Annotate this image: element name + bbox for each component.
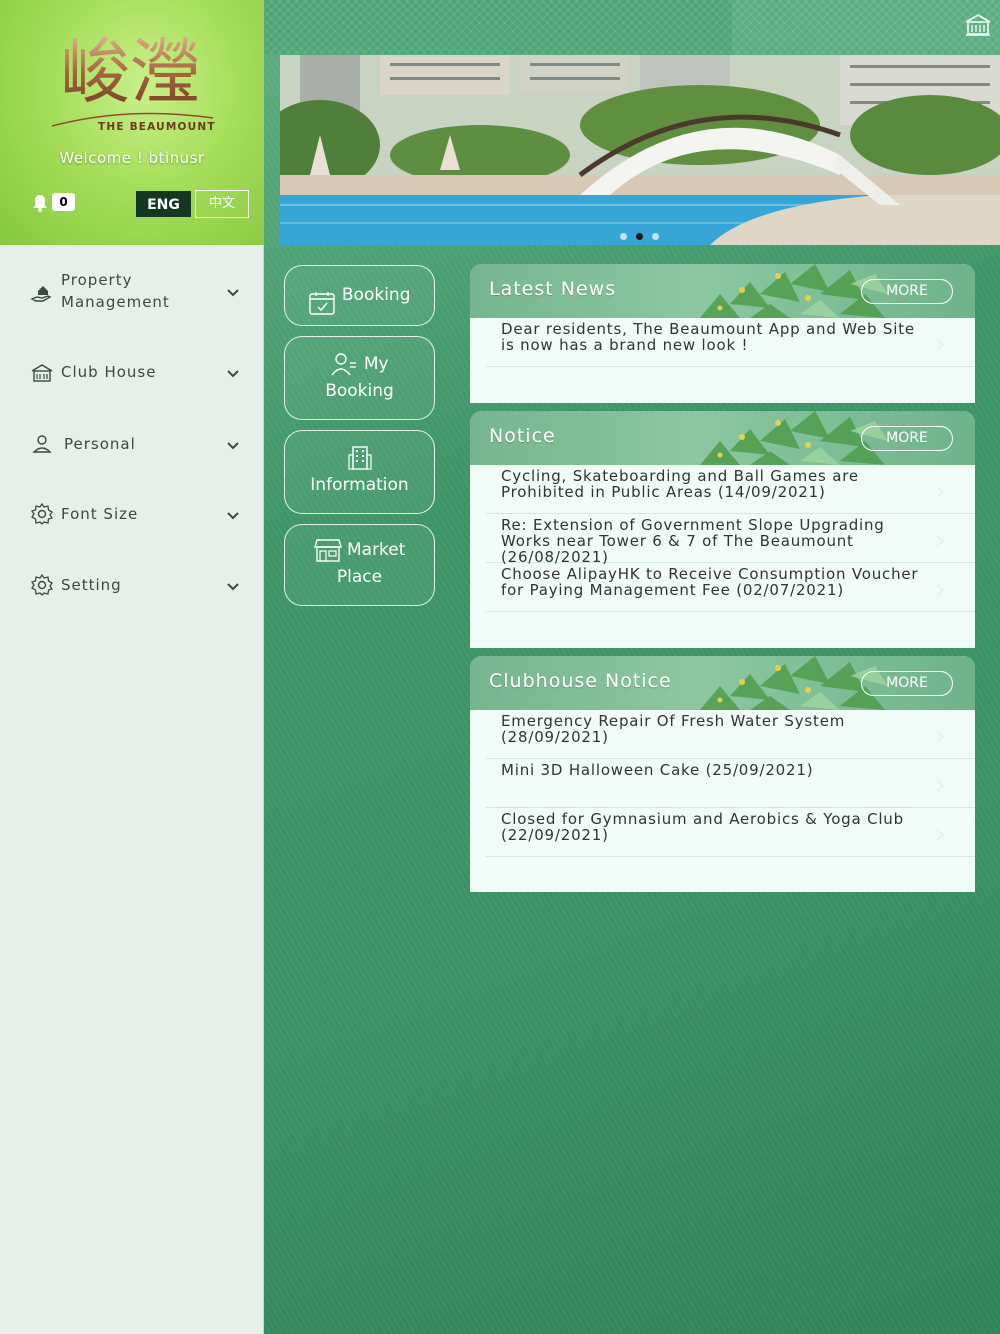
carousel-dot-active[interactable] <box>636 233 643 240</box>
information-button[interactable]: Information <box>284 430 435 514</box>
my-booking-button[interactable]: My Booking <box>284 336 435 420</box>
list-item[interactable]: Dear residents, The Beaumount App and We… <box>486 318 975 367</box>
logo-english-text: THE BEAUMOUNT <box>98 121 216 133</box>
chevron-right-icon <box>935 728 945 743</box>
sidebar-item-font-size[interactable]: Font Size <box>0 484 263 544</box>
notification-count-badge: 0 <box>52 193 75 211</box>
sidebar-item-label: Club House <box>61 363 157 381</box>
market-label-line2: Place <box>336 567 383 587</box>
notice-title: Notice <box>489 425 556 447</box>
market-place-button[interactable]: Market Place <box>284 524 435 606</box>
chevron-down-icon <box>226 508 240 522</box>
booking-button-label: Booking <box>341 285 411 305</box>
top-bar-right <box>732 0 1000 55</box>
notice-item-text: Cycling, Skateboarding and Ball Games ar… <box>501 467 859 501</box>
clubhouse-notice-title: Clubhouse Notice <box>489 670 672 692</box>
sidebar-item-club-house[interactable]: Club House <box>0 342 263 402</box>
news-item-text: Dear residents, The Beaumount App and We… <box>501 320 915 354</box>
sidebar-item-property-management[interactable]: Property Management <box>0 262 263 322</box>
notice-item-text: Re: Extension of Government Slope Upgrad… <box>501 516 885 566</box>
sidebar-item-label: Setting <box>61 576 122 594</box>
club-house-icon <box>30 361 54 385</box>
latest-news-panel: Latest News MORE Dear residents, The Bea… <box>470 264 975 403</box>
information-button-label: Information <box>310 475 409 495</box>
language-zh-button[interactable]: 中文 <box>195 190 249 218</box>
shop-icon <box>313 537 342 563</box>
list-item[interactable]: Choose AlipayHK to Receive Consumption V… <box>486 563 975 612</box>
sidebar-header: 峻瀅 THE BEAUMOUNT Welcome ! btinusr 0 ENG… <box>0 0 264 245</box>
clubhouse-notice-more-button[interactable]: MORE <box>861 671 953 696</box>
mosaic-decoration <box>690 264 890 318</box>
chevron-right-icon <box>935 777 945 792</box>
bell-icon[interactable] <box>30 193 50 213</box>
carousel-dot[interactable] <box>620 233 627 240</box>
notice-item-text: Choose AlipayHK to Receive Consumption V… <box>501 565 919 599</box>
gear-icon <box>30 502 54 526</box>
chevron-down-icon <box>226 579 240 593</box>
sidebar: 峻瀅 THE BEAUMOUNT Welcome ! btinusr 0 ENG… <box>0 0 264 1334</box>
welcome-message: Welcome ! btinusr <box>59 149 205 167</box>
chevron-right-icon <box>935 581 945 596</box>
mosaic-decoration <box>690 656 890 710</box>
clubhouse-notice-panel: Clubhouse Notice MORE Emergency Repair O… <box>470 656 975 892</box>
list-item[interactable]: Closed for Gymnasium and Aerobics & Yoga… <box>486 808 975 857</box>
latest-news-title: Latest News <box>489 278 617 300</box>
chevron-down-icon <box>226 366 240 380</box>
person-icon <box>30 432 54 456</box>
list-item[interactable]: Emergency Repair Of Fresh Water System (… <box>486 710 975 759</box>
chevron-right-icon <box>935 826 945 841</box>
sidebar-item-label: Font Size <box>61 505 139 523</box>
panel-header: Latest News MORE <box>470 264 975 318</box>
chevron-right-icon <box>935 532 945 547</box>
list-item[interactable]: Cycling, Skateboarding and Ball Games ar… <box>486 465 975 514</box>
list-item[interactable]: Mini 3D Halloween Cake (25/09/2021) <box>486 759 975 808</box>
panel-header: Notice MORE <box>470 411 975 465</box>
my-booking-label-line1: My <box>363 354 389 374</box>
clubhouse-home-icon[interactable] <box>964 12 992 38</box>
chevron-down-icon <box>226 438 240 452</box>
list-item[interactable]: Re: Extension of Government Slope Upgrad… <box>486 514 975 566</box>
market-label-line1: Market <box>346 540 406 560</box>
notice-more-button[interactable]: MORE <box>861 426 953 451</box>
clubhouse-item-text: Mini 3D Halloween Cake (25/09/2021) <box>501 761 814 779</box>
beaumount-logo: 峻瀅 THE BEAUMOUNT <box>48 14 218 136</box>
person-list-icon <box>330 351 358 377</box>
chevron-right-icon <box>935 336 945 351</box>
latest-news-more-button[interactable]: MORE <box>861 279 953 304</box>
notice-panel: Notice MORE Cycling, Skateboarding and B… <box>470 411 975 648</box>
carousel-dot[interactable] <box>652 233 659 240</box>
banner-image[interactable] <box>280 55 1000 245</box>
calendar-check-icon <box>308 282 336 315</box>
sidebar-item-setting[interactable]: Setting <box>0 555 263 615</box>
my-booking-label-line2: Booking <box>325 381 394 401</box>
clubhouse-item-text: Closed for Gymnasium and Aerobics & Yoga… <box>501 810 904 844</box>
chevron-down-icon <box>226 285 240 299</box>
main-content: Booking My Booking Information Market Pl… <box>264 0 1000 1334</box>
booking-button[interactable]: Booking <box>284 265 435 326</box>
logo-chinese-text: 峻瀅 <box>60 31 200 113</box>
hand-house-icon <box>30 280 54 304</box>
chevron-right-icon <box>935 483 945 498</box>
gear-icon <box>30 573 54 597</box>
panel-header: Clubhouse Notice MORE <box>470 656 975 710</box>
sidebar-item-label: Personal <box>64 435 136 453</box>
sidebar-item-label: Property Management <box>61 271 170 311</box>
language-eng-button[interactable]: ENG <box>136 191 191 217</box>
clubhouse-item-text: Emergency Repair Of Fresh Water System (… <box>501 712 846 746</box>
sidebar-item-personal[interactable]: Personal <box>0 414 263 474</box>
building-icon <box>346 445 374 471</box>
mosaic-decoration <box>690 411 890 465</box>
